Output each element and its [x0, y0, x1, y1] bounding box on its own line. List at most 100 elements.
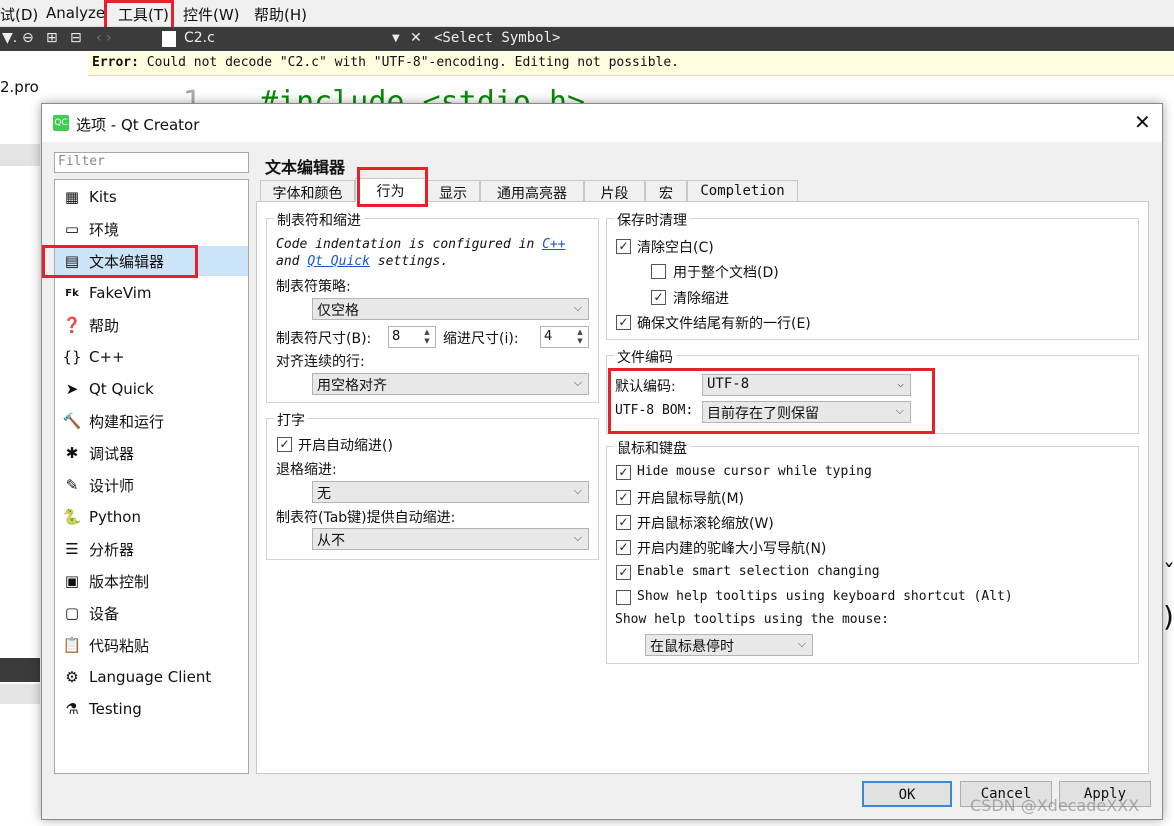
tab-fonts-colors[interactable]: 字体和颜色 [260, 180, 355, 202]
indent-size-spinbox[interactable]: 4 ▲ ▼ [540, 326, 589, 348]
testing-icon: ⚗ [65, 700, 79, 718]
tab-key-combo[interactable]: 从不 ⌵ [312, 528, 589, 550]
options-dialog: QC 选项 - Qt Creator ✕ Filter ▦ Kits ▭ 环境 ▤ 文… [41, 103, 1163, 820]
combo-value: 仅空格 [317, 303, 359, 319]
qtquick-settings-link[interactable]: Qt Quick [307, 254, 370, 269]
encoding-title: 文件编码 [614, 347, 676, 367]
symbol-selector[interactable]: <Select Symbol> [434, 30, 560, 46]
chevron-down-icon: ⌵ [573, 301, 582, 314]
sidebar-item-label: 调试器 [89, 444, 135, 463]
smart-selection-label: Enable smart selection changing [637, 564, 880, 579]
file-icon [162, 31, 176, 47]
newline-end-checkbox[interactable]: ✓ [616, 315, 631, 330]
tab-key-label: 制表符(Tab键)提供自动缩进: [276, 510, 456, 526]
mouse-keyboard-title: 鼠标和键盘 [614, 438, 690, 458]
sidebar-item-fakevim[interactable]: Fk FakeVim [55, 278, 248, 308]
analyzer-icon: ☰ [65, 540, 79, 558]
sidebar-item-label: 设备 [89, 604, 120, 623]
sidebar-item-label: 帮助 [89, 316, 120, 335]
tab-display[interactable]: 显示 [426, 180, 480, 202]
smart-selection-checkbox[interactable]: ✓ [616, 565, 631, 580]
tab-macros[interactable]: 宏 [645, 180, 687, 202]
sidebar-item-testing[interactable]: ⚗ Testing [55, 694, 248, 724]
close-file-icon[interactable]: ✕ [410, 30, 422, 46]
sidebar-item-label: Kits [89, 188, 117, 206]
sidebar-item-language-client[interactable]: ⚙ Language Client [55, 662, 248, 692]
qtquick-icon: ➤ [65, 380, 79, 398]
cpp-icon: {} [62, 348, 82, 366]
sidebar-item-help[interactable]: ❓ 帮助 [55, 310, 248, 340]
page-title: 文本编辑器 [265, 158, 346, 177]
auto-indent-checkbox[interactable]: ✓ [277, 437, 292, 452]
error-message: Could not decode "C2.c" with "UTF-8"-enc… [146, 55, 680, 70]
cpp-settings-link[interactable]: C++ [542, 237, 565, 252]
chevron-down-icon: ⌵ [573, 484, 582, 497]
back-icon[interactable]: ‹ › [96, 30, 112, 46]
tab-snippets[interactable]: 片段 [584, 180, 645, 202]
sidebar-item-qtquick[interactable]: ➤ Qt Quick [55, 374, 248, 404]
tab-completion[interactable]: Completion [687, 180, 798, 202]
sidebar-item-debugger[interactable]: ✱ 调试器 [55, 438, 248, 468]
filter-icon[interactable]: ▼. [2, 30, 17, 46]
entire-doc-checkbox[interactable] [651, 264, 666, 279]
align-label: 对齐连续的行: [276, 354, 365, 370]
combo-value: 无 [317, 486, 331, 502]
camelcase-nav-checkbox[interactable]: ✓ [616, 540, 631, 555]
sidebar-item-analyzer[interactable]: ☰ 分析器 [55, 534, 248, 564]
sidebar-item-code-paste[interactable]: 📋 代码粘贴 [55, 630, 248, 660]
hide-cursor-checkbox[interactable]: ✓ [616, 465, 631, 480]
sidebar-item-build-run[interactable]: 🔨 构建和运行 [55, 406, 248, 436]
project-item[interactable]: 2.pro [0, 78, 39, 96]
sidebar-item-label: 设计师 [89, 476, 135, 495]
tooltip-mouse-label: Show help tooltips using the mouse: [615, 612, 889, 627]
file-dropdown-icon[interactable]: ▼ [392, 33, 400, 44]
filter-input[interactable]: Filter [54, 152, 249, 173]
split-icon[interactable]: ⊞ [46, 30, 58, 46]
auto-indent-label: 开启自动缩进() [298, 438, 393, 454]
sidebar-item-label: Python [89, 508, 141, 526]
sidebar-item-label: C++ [89, 348, 125, 366]
tab-generic-highlighter[interactable]: 通用高亮器 [480, 180, 584, 202]
sidebar-item-version-control[interactable]: ▣ 版本控制 [55, 566, 248, 596]
close-icon[interactable]: ✕ [1134, 110, 1151, 134]
sidebar-item-python[interactable]: 🐍 Python [55, 502, 248, 532]
spin-arrows-icon[interactable]: ▲ ▼ [420, 328, 434, 346]
tooltip-mouse-combo[interactable]: 在鼠标悬停时 ⌵ [645, 634, 813, 656]
chevron-down-icon: ⌵ [797, 637, 806, 650]
align-combo[interactable]: 用空格对齐 ⌵ [312, 373, 589, 395]
ok-button[interactable]: OK [862, 781, 952, 807]
pane-row [0, 144, 40, 166]
sidebar-item-designer[interactable]: ✎ 设计师 [55, 470, 248, 500]
wheel-zoom-checkbox[interactable]: ✓ [616, 515, 631, 530]
file-name[interactable]: C2.c [184, 30, 215, 46]
sidebar-item-label: 版本控制 [89, 572, 150, 591]
dialog-title: 选项 - Qt Creator [76, 116, 200, 134]
sidebar-item-devices[interactable]: ▢ 设备 [55, 598, 248, 628]
clean-whitespace-checkbox[interactable]: ✓ [616, 239, 631, 254]
help-tooltips-kbd-checkbox[interactable] [616, 590, 631, 605]
menu-debug[interactable]: 试(D) [0, 4, 38, 25]
debugger-icon: ✱ [65, 444, 79, 462]
sidebar-item-environment[interactable]: ▭ 环境 [55, 214, 248, 244]
clean-indent-checkbox[interactable]: ✓ [651, 290, 666, 305]
tab-size-spinbox[interactable]: 8 ▲ ▼ [388, 326, 436, 348]
devices-icon: ▢ [64, 604, 80, 622]
camelcase-nav-label: 开启内建的驼峰大小写导航(N) [637, 541, 827, 557]
pane-row-2 [0, 684, 40, 704]
chevron-down-icon: ⌵ [573, 531, 582, 544]
menu-help[interactable]: 帮助(H) [254, 4, 307, 25]
tab-policy-combo[interactable]: 仅空格 ⌵ [312, 298, 589, 320]
indent-size-label: 缩进尺寸(i): [443, 331, 519, 347]
link-icon[interactable]: ⊖ [22, 30, 34, 46]
backspace-combo[interactable]: 无 ⌵ [312, 481, 589, 503]
sidebar-item-cpp[interactable]: {} C++ [55, 342, 248, 372]
hide-cursor-label: Hide mouse cursor while typing [637, 464, 872, 479]
sidebar-item-kits[interactable]: ▦ Kits [55, 182, 248, 212]
watermark: CSDN @XdecadeXXX [970, 796, 1140, 815]
spin-arrows-icon[interactable]: ▲ ▼ [573, 328, 587, 346]
menu-controls[interactable]: 控件(W) [183, 4, 240, 25]
close-split-icon[interactable]: ⊟ [70, 30, 82, 46]
sidebar-item-label: Language Client [89, 668, 212, 686]
menu-analyze[interactable]: Analyze [46, 4, 105, 22]
mouse-nav-checkbox[interactable]: ✓ [616, 490, 631, 505]
